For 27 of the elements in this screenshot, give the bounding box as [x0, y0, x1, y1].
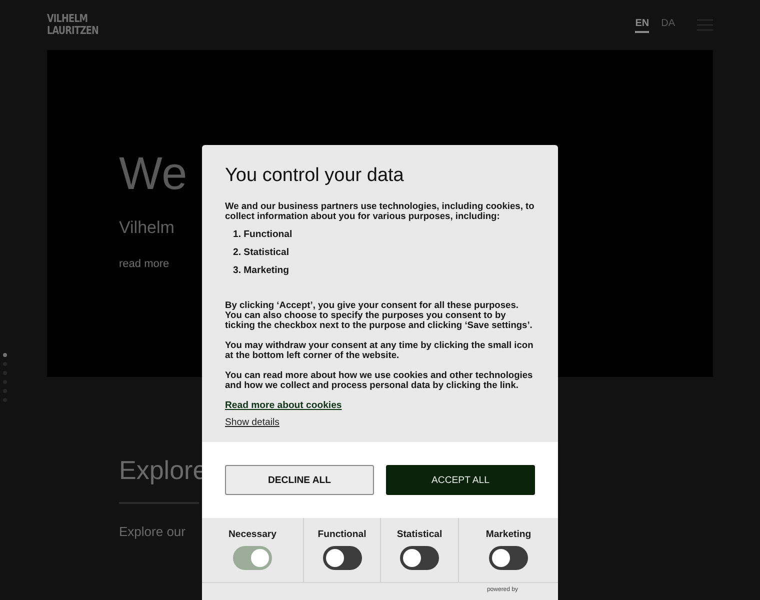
- toggle-label: Marketing: [486, 529, 532, 540]
- toggle-label: Necessary: [228, 529, 276, 540]
- toggle-switch[interactable]: [400, 546, 439, 570]
- toggle-switch[interactable]: [489, 546, 528, 570]
- dialog-title: You control your data: [225, 165, 405, 187]
- hero-heading: We: [119, 148, 188, 198]
- purpose-item: 3. Marketing: [233, 265, 290, 276]
- accept-button[interactable]: ACCEPT ALL: [386, 465, 535, 495]
- paragraph: By clicking ‘Accept’, you give your consent for all these purposes. You can also choose to specify the purposes you consent to by ticking the checkbox next to the purpose and clicking ‘Save settings’.: [225, 300, 534, 330]
- logo[interactable]: VILHELM LAURITZEN: [47, 13, 98, 37]
- paragraph: You may withdraw your consent at any time by clicking the small icon at the bottom left corner of the website.: [225, 340, 534, 360]
- toggle-switch[interactable]: [322, 546, 362, 570]
- toggle-label: Statistical: [396, 529, 442, 540]
- purpose-item: 1. Functional: [233, 229, 294, 240]
- slide-dot[interactable]: [3, 353, 7, 357]
- language-link[interactable]: EN: [635, 18, 650, 32]
- menu-icon[interactable]: [697, 19, 713, 31]
- toggle-label: Functional: [318, 529, 366, 540]
- intro-text: We and our business partners use technologies, including cookies, to collect information about you for various purposes, including:: [225, 201, 535, 221]
- purpose-item: 2. Statistical: [233, 247, 290, 258]
- section-text: Explore our: [119, 524, 186, 539]
- read-more-link[interactable]: read more: [119, 258, 170, 270]
- details-link[interactable]: Show details: [225, 417, 280, 428]
- hero-subheading: Vilhelm: [119, 218, 174, 238]
- decline-button[interactable]: DECLINE ALL: [225, 465, 374, 495]
- paragraph: You can read more about how we use cookies and other technologies and how we collect and process personal data by clicking the link.: [225, 370, 534, 390]
- cookies-link[interactable]: Read more about cookies: [225, 400, 342, 411]
